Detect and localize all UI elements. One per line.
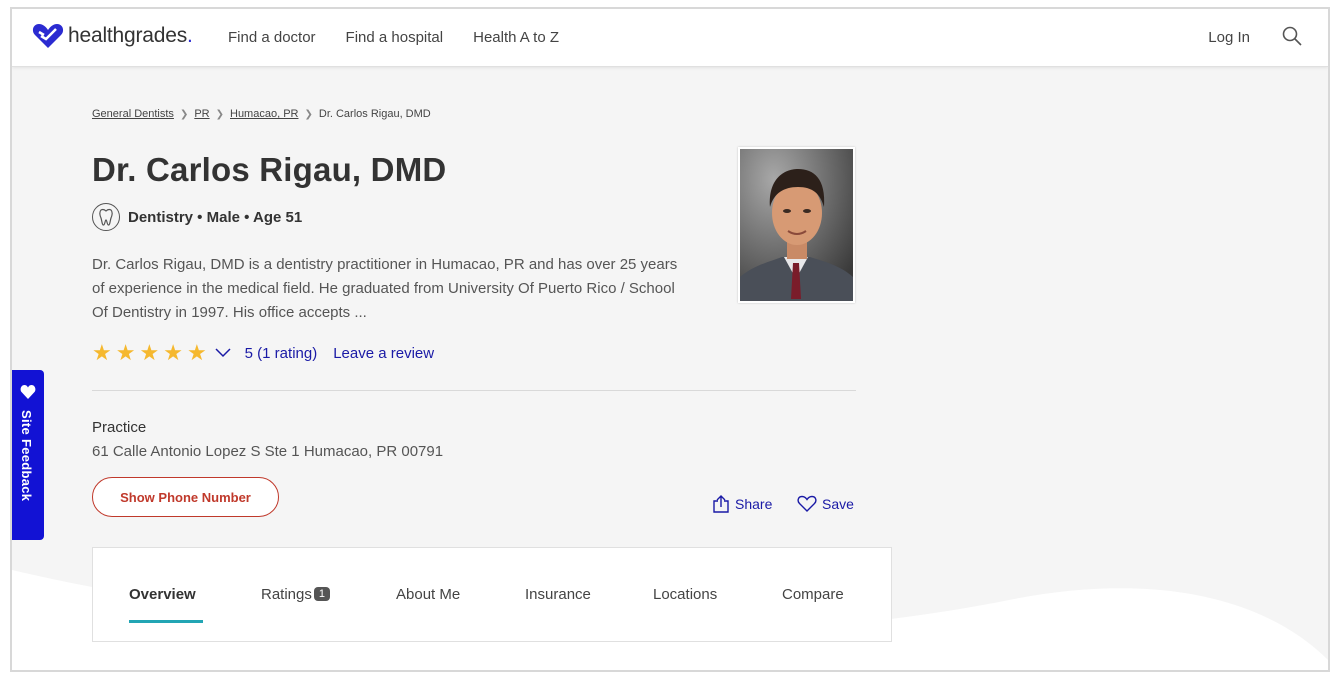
ratings-count-badge: 1 bbox=[313, 587, 330, 601]
tab-compare[interactable]: Compare bbox=[782, 586, 844, 603]
healthgrades-logo[interactable]: healthgrades. bbox=[32, 23, 193, 49]
save-button[interactable]: Save bbox=[797, 495, 854, 513]
leave-review-link[interactable]: Leave a review bbox=[333, 345, 434, 362]
site-feedback-tab[interactable]: Site Feedback bbox=[12, 370, 44, 540]
breadcrumb: General Dentists ❯ PR ❯ Humacao, PR ❯ Dr… bbox=[92, 108, 431, 120]
logo-text: healthgrades. bbox=[68, 24, 193, 47]
breadcrumb-humacao[interactable]: Humacao, PR bbox=[230, 108, 298, 120]
practice-label: Practice bbox=[92, 419, 147, 436]
chevron-down-icon[interactable] bbox=[215, 348, 231, 358]
doctor-photo bbox=[738, 147, 855, 303]
top-navigation: healthgrades. Find a doctor Find a hospi… bbox=[12, 9, 1328, 67]
breadcrumb-general-dentists[interactable]: General Dentists bbox=[92, 108, 174, 120]
login-link[interactable]: Log In bbox=[1208, 29, 1250, 46]
active-tab-indicator bbox=[129, 620, 203, 623]
chevron-right-icon: ❯ bbox=[215, 108, 224, 120]
chevron-right-icon: ❯ bbox=[304, 108, 313, 120]
tab-insurance[interactable]: Insurance bbox=[525, 586, 591, 603]
nav-find-hospital[interactable]: Find a hospital bbox=[346, 29, 444, 46]
logo-heart-icon bbox=[32, 24, 64, 48]
breadcrumb-pr[interactable]: PR bbox=[194, 108, 209, 120]
nav-health-a-to-z[interactable]: Health A to Z bbox=[473, 29, 559, 46]
star-icon: ★ bbox=[92, 340, 112, 365]
rating-row: ★ ★ ★ ★ ★ 5 (1 rating) Leave a review bbox=[92, 342, 434, 364]
tab-overview[interactable]: Overview bbox=[129, 586, 196, 603]
tab-locations[interactable]: Locations bbox=[653, 586, 717, 603]
share-icon bbox=[713, 495, 729, 513]
specialty-text: Dentistry • Male • Age 51 bbox=[128, 208, 303, 226]
star-icon: ★ bbox=[186, 340, 207, 365]
feedback-heart-icon bbox=[20, 385, 36, 399]
share-label: Share bbox=[735, 496, 773, 512]
tooth-icon bbox=[92, 203, 120, 231]
specialty-line: Dentistry • Male • Age 51 bbox=[92, 203, 302, 231]
save-label: Save bbox=[822, 496, 854, 512]
tab-ratings[interactable]: Ratings 1 bbox=[261, 586, 330, 603]
heart-icon bbox=[797, 495, 817, 512]
site-feedback-label: Site Feedback bbox=[19, 410, 34, 502]
divider bbox=[92, 390, 856, 391]
main-nav: Find a doctor Find a hospital Health A t… bbox=[228, 29, 559, 46]
share-button[interactable]: Share bbox=[712, 495, 772, 513]
doctor-name: Dr. Carlos Rigau, DMD bbox=[92, 151, 447, 188]
nav-find-doctor[interactable]: Find a doctor bbox=[228, 29, 316, 46]
star-icon: ★ bbox=[139, 340, 160, 365]
page-frame: healthgrades. Find a doctor Find a hospi… bbox=[10, 7, 1330, 672]
doctor-bio: Dr. Carlos Rigau, DMD is a dentistry pra… bbox=[92, 256, 678, 321]
tab-about-me[interactable]: About Me bbox=[396, 586, 460, 603]
star-icon: ★ bbox=[163, 340, 183, 365]
profile-tabs: Overview Ratings 1 About Me Insurance Loc… bbox=[92, 547, 892, 642]
breadcrumb-current: Dr. Carlos Rigau, DMD bbox=[318, 108, 431, 120]
chevron-right-icon: ❯ bbox=[179, 108, 189, 120]
tab-ratings-label: Ratings bbox=[261, 586, 312, 603]
search-icon[interactable] bbox=[1282, 26, 1302, 46]
star-icon: ★ bbox=[115, 340, 136, 365]
rating-value[interactable]: 5 (1 rating) bbox=[245, 345, 318, 362]
practice-address: 61 Calle Antonio Lopez S Ste 1 Humacao, … bbox=[92, 443, 444, 460]
show-phone-button[interactable]: Show Phone Number bbox=[92, 477, 279, 517]
